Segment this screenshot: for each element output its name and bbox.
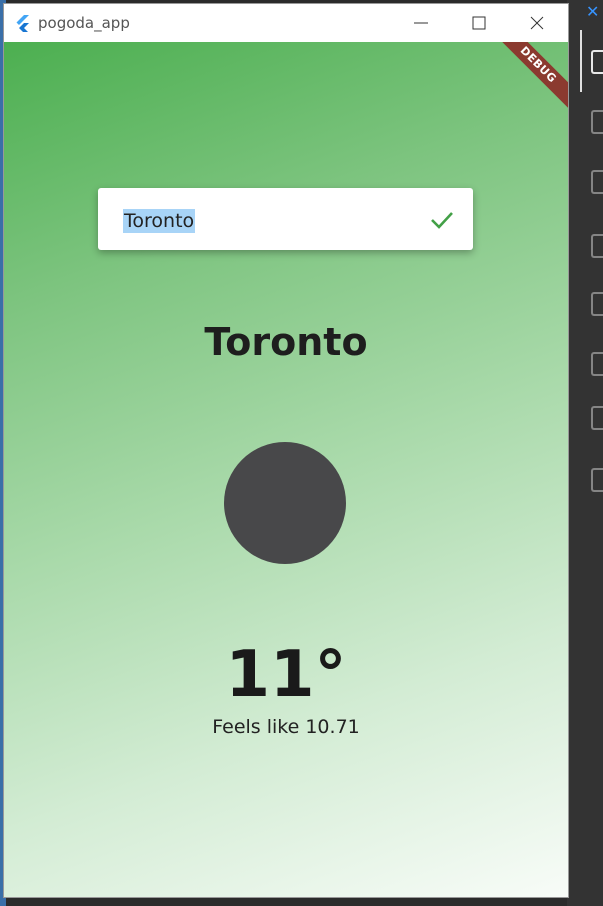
city-name: Toronto [204, 320, 368, 364]
flutter-logo-icon [16, 15, 29, 32]
feels-like: Feels like 10.71 [212, 716, 360, 738]
active-indicator [580, 30, 582, 92]
debug-icon[interactable] [591, 234, 603, 258]
window-title: pogoda_app [38, 14, 130, 32]
title-bar[interactable]: pogoda_app [4, 4, 568, 42]
close-button[interactable] [508, 4, 566, 42]
tag-icon[interactable] [591, 406, 603, 430]
maximize-button[interactable] [450, 4, 508, 42]
editor-activity-bar [567, 0, 603, 906]
temperature: 11° [225, 638, 347, 712]
search-icon[interactable] [591, 110, 603, 134]
minimize-button[interactable] [392, 4, 450, 42]
close-editor-icon[interactable]: ✕ [586, 2, 599, 21]
minimize-icon [414, 22, 428, 24]
close-icon [530, 16, 544, 30]
debug-banner: DEBUG [489, 42, 568, 114]
explorer-icon[interactable] [591, 50, 603, 74]
timeline-icon[interactable] [591, 468, 603, 492]
maximize-icon [472, 16, 486, 30]
app-window: pogoda_app DEBUG Toronto Toronto 11° Fee… [4, 4, 568, 897]
extensions-icon[interactable] [591, 292, 603, 316]
testing-icon[interactable] [591, 352, 603, 376]
weather-screen: DEBUG Toronto Toronto 11° Feels like 10.… [4, 42, 568, 897]
city-search-card: Toronto [98, 188, 473, 250]
weather-icon [224, 442, 346, 564]
source-control-icon[interactable] [591, 170, 603, 194]
city-search-input[interactable]: Toronto [123, 209, 196, 233]
check-icon[interactable] [428, 206, 456, 234]
